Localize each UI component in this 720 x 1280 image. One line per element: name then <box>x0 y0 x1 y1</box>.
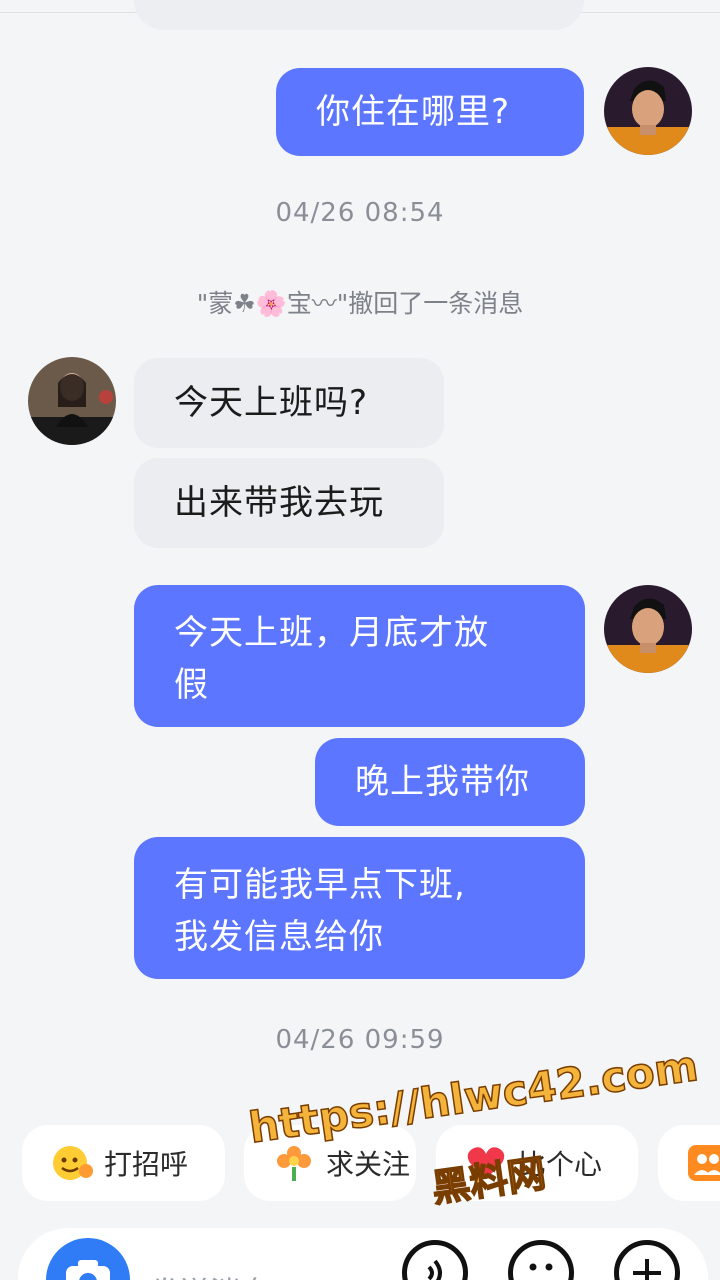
message-bubble-sent[interactable]: 你住在哪里? <box>276 68 584 156</box>
message-text-line: 有可能我早点下班, <box>174 865 466 905</box>
recall-notice: "蒙☘🌸宝〰"撤回了一条消息 <box>196 289 524 318</box>
plus-icon <box>633 1259 661 1280</box>
quick-reply-follow[interactable]: 求关注 <box>244 1125 416 1201</box>
heart-icon <box>467 1147 505 1179</box>
quick-reply-heart[interactable]: 比个心 <box>436 1125 638 1201</box>
avatar-image <box>604 585 692 673</box>
message-text: 晚上我带你 <box>355 762 530 802</box>
message-text: 出来带我去玩 <box>174 483 384 523</box>
message-bubble-received[interactable]: 今天上班吗? <box>134 358 444 448</box>
message-bubble-sent[interactable]: 今天上班，月底才放 假 <box>134 585 585 727</box>
message-text-line: 假 <box>174 665 209 705</box>
message-bubble-sent[interactable]: 晚上我带你 <box>315 738 585 826</box>
chip-label: 打招呼 <box>104 1148 189 1181</box>
wave-emoji-icon <box>53 1146 93 1180</box>
previous-message-bubble <box>134 0 584 30</box>
flower-icon <box>277 1146 311 1181</box>
message-timestamp: 04/26 09:59 <box>275 1025 445 1055</box>
message-timestamp: 04/26 08:54 <box>275 198 445 228</box>
chip-label: 比个心 <box>518 1148 603 1181</box>
voice-icon <box>427 1259 442 1280</box>
voice-button[interactable] <box>402 1240 468 1280</box>
quick-reply-group[interactable] <box>658 1125 720 1201</box>
group-icon <box>688 1145 720 1181</box>
my-avatar[interactable] <box>604 585 692 673</box>
emoji-icon <box>529 1263 553 1271</box>
message-input[interactable]: 发送消息 <box>150 1268 270 1280</box>
message-bubble-sent[interactable]: 有可能我早点下班, 我发信息给你 <box>134 837 585 979</box>
avatar-image <box>604 67 692 155</box>
message-text-line: 今天上班，月底才放 <box>174 613 489 653</box>
quick-reply-greet[interactable]: 打招呼 <box>22 1125 225 1201</box>
message-text: 你住在哪里? <box>316 92 511 132</box>
message-text-line: 我发信息给你 <box>174 917 384 957</box>
avatar-image <box>28 357 116 445</box>
my-avatar[interactable] <box>604 67 692 155</box>
quick-reply-bar: 打招呼 求关注 比个心 <box>0 1125 720 1205</box>
message-bubble-received[interactable]: 出来带我去玩 <box>134 458 444 548</box>
message-input-bar: 发送消息 <box>18 1228 708 1280</box>
message-text: 今天上班吗? <box>174 383 369 423</box>
camera-button[interactable] <box>46 1238 130 1280</box>
contact-avatar[interactable] <box>28 357 116 445</box>
emoji-button[interactable] <box>508 1240 574 1280</box>
more-button[interactable] <box>614 1240 680 1280</box>
camera-icon <box>66 1260 110 1280</box>
chip-label: 求关注 <box>326 1148 411 1181</box>
